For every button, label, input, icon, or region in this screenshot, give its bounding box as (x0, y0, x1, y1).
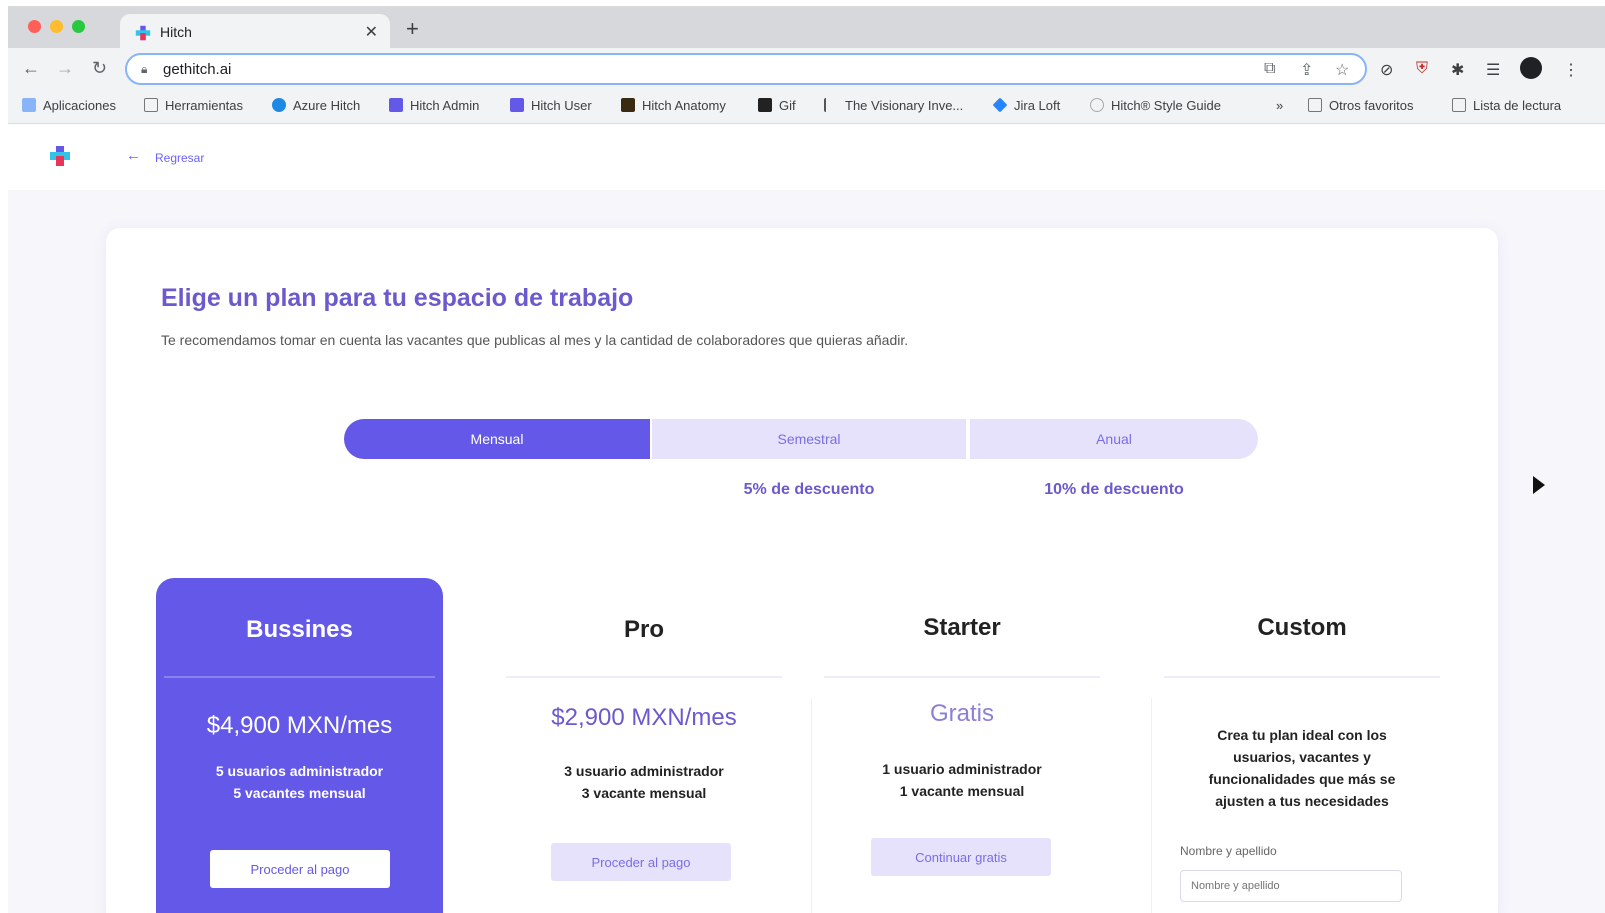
bookmark-herramientas[interactable]: Herramientas (144, 98, 243, 113)
new-tab-button[interactable]: + (406, 18, 419, 40)
plan-features: 5 usuarios administrador 5 vacantes mens… (156, 760, 443, 804)
shield-extension-icon[interactable]: ⛨ (1416, 60, 1428, 78)
gif-icon (758, 98, 772, 112)
name-field[interactable] (1180, 870, 1402, 902)
bookmark-gif[interactable]: Gif (758, 98, 796, 113)
annual-discount: 10% de descuento (1044, 481, 1184, 498)
back-button[interactable]: ← (22, 59, 40, 77)
apps-grid-icon (22, 98, 36, 112)
hitch-logo[interactable] (48, 144, 72, 168)
jira-icon (992, 97, 1008, 113)
starter-continue-button[interactable]: Continuar gratis (871, 838, 1051, 876)
azure-icon (272, 98, 286, 112)
bookmark-hitch-anatomy[interactable]: Hitch Anatomy (621, 98, 726, 113)
page-icon (824, 98, 838, 112)
hitch-icon (510, 98, 524, 112)
plan-name: Bussines (246, 616, 353, 643)
plan-divider (824, 676, 1100, 678)
lock-icon: 🔒︎ (141, 62, 148, 76)
back-link[interactable]: Regresar (155, 151, 204, 165)
share-icon[interactable]: ⇪ (1300, 60, 1313, 80)
period-tab-semestral[interactable]: Semestral (652, 419, 966, 459)
translate-icon[interactable]: ⧉ (1264, 60, 1275, 78)
bookmark-star-icon[interactable]: ☆ (1335, 60, 1349, 80)
plan-features: 3 usuario administrador 3 vacante mensua… (498, 760, 790, 804)
plan-feature: 3 vacante mensual (581, 785, 707, 801)
bookmark-jira-loft[interactable]: Jira Loft (992, 97, 1060, 113)
plan-price: $2,900 MXN/mes (551, 704, 737, 731)
custom-plan-description: Crea tu plan ideal con los usuarios, vac… (1208, 727, 1396, 809)
profile-avatar[interactable] (1520, 57, 1542, 79)
browser-toolbar: ← → ↻ 🔒︎ gethitch.ai ⧉ ⇪ ☆ ⊘ ⛨ ✱ ☰ ⋮ (8, 48, 1605, 90)
address-bar[interactable]: 🔒︎ gethitch.ai ⧉ ⇪ ☆ (125, 53, 1367, 85)
plan-feature: 5 vacantes mensual (233, 785, 366, 801)
reading-list-icon (1452, 98, 1466, 112)
plan-price: Gratis (929, 700, 994, 727)
app-header: ← Regresar (8, 124, 1605, 190)
semestral-discount: 5% de descuento (743, 481, 875, 498)
bookmark-visionary[interactable]: The Visionary Inve... (824, 98, 963, 113)
column-divider (811, 698, 812, 913)
plan-name: Pro (623, 616, 664, 643)
plan-price: $4,900 MXN/mes (206, 712, 393, 739)
close-tab-icon[interactable]: ✕ (365, 22, 378, 42)
puzzle-extensions-icon[interactable]: ✱ (1451, 60, 1464, 80)
bookmarks-bar: Aplicaciones Herramientas Azure Hitch Hi… (8, 90, 1605, 124)
forward-button[interactable]: → (56, 59, 74, 77)
plan-feature: 1 usuario administrador (882, 761, 1042, 777)
bookmarks-overflow-button[interactable]: » (1276, 98, 1283, 113)
plan-card-business: Bussines $4,900 MXN/mes 5 usuarios admin… (156, 578, 443, 913)
plan-card-starter: Starter Gratis 1 usuario administrador 1… (816, 578, 1108, 913)
plan-features: 1 usuario administrador 1 vacante mensua… (816, 758, 1108, 802)
mouse-cursor-icon (1533, 476, 1545, 494)
name-field-label: Nombre y apellido (1180, 844, 1277, 858)
extension-icon[interactable]: ⊘ (1380, 60, 1393, 80)
hitch-icon (389, 98, 403, 112)
business-pay-button[interactable]: Proceder al pago (210, 850, 390, 888)
bookmark-reading-list[interactable]: Lista de lectura (1452, 98, 1561, 113)
page-title: Elige un plan para tu espacio de trabajo (161, 284, 634, 312)
maximize-window-button[interactable] (72, 20, 85, 33)
screen: Hitch ✕ + ← → ↻ 🔒︎ gethitch.ai ⧉ ⇪ ☆ ⊘ ⛨… (0, 0, 1605, 913)
plan-feature: 1 vacante mensual (899, 783, 1025, 799)
book-icon (621, 98, 635, 112)
browser-tab-bar: Hitch ✕ + (8, 6, 1605, 50)
globe-icon (1090, 98, 1104, 112)
bookmark-apps[interactable]: Aplicaciones (22, 98, 116, 113)
url-text: gethitch.ai (163, 61, 232, 78)
plan-selection-card: Elige un plan para tu espacio de trabajo… (106, 228, 1498, 913)
pro-pay-button[interactable]: Proceder al pago (551, 843, 731, 881)
plan-divider (164, 676, 435, 678)
plan-card-pro: Pro $2,900 MXN/mes 3 usuario administrad… (498, 578, 790, 913)
plan-name: Custom (1257, 614, 1347, 641)
page: ← Regresar Elige un plan para tu espacio… (8, 124, 1605, 913)
close-window-button[interactable] (28, 20, 41, 33)
tab-title: Hitch (160, 24, 192, 40)
plan-divider (1164, 676, 1440, 678)
column-divider (1151, 698, 1152, 913)
bookmark-azure-hitch[interactable]: Azure Hitch (272, 98, 360, 113)
plan-divider (506, 676, 782, 678)
plan-name: Starter (923, 614, 1001, 641)
period-tab-annual[interactable]: Anual (970, 419, 1258, 459)
page-subtitle: Te recomendamos tomar en cuenta las vaca… (161, 332, 909, 348)
menu-kebab-icon[interactable]: ⋮ (1563, 60, 1579, 80)
folder-icon (144, 98, 158, 112)
plan-feature: 3 usuario administrador (564, 763, 724, 779)
folder-icon (1308, 98, 1322, 112)
minimize-window-button[interactable] (50, 20, 63, 33)
hitch-favicon-icon (135, 25, 151, 41)
back-arrow-icon[interactable]: ← (126, 147, 141, 164)
bookmark-hitch-admin[interactable]: Hitch Admin (389, 98, 479, 113)
browser-tab[interactable]: Hitch ✕ (120, 14, 390, 50)
period-tab-monthly[interactable]: Mensual (344, 419, 650, 459)
bookmark-style-guide[interactable]: Hitch® Style Guide (1090, 98, 1221, 113)
bookmark-hitch-user[interactable]: Hitch User (510, 98, 592, 113)
bookmark-otros-favoritos[interactable]: Otros favoritos (1308, 98, 1414, 113)
reading-list-icon[interactable]: ☰ (1486, 60, 1500, 80)
plan-feature: 5 usuarios administrador (215, 763, 384, 779)
reload-button[interactable]: ↻ (92, 59, 107, 77)
